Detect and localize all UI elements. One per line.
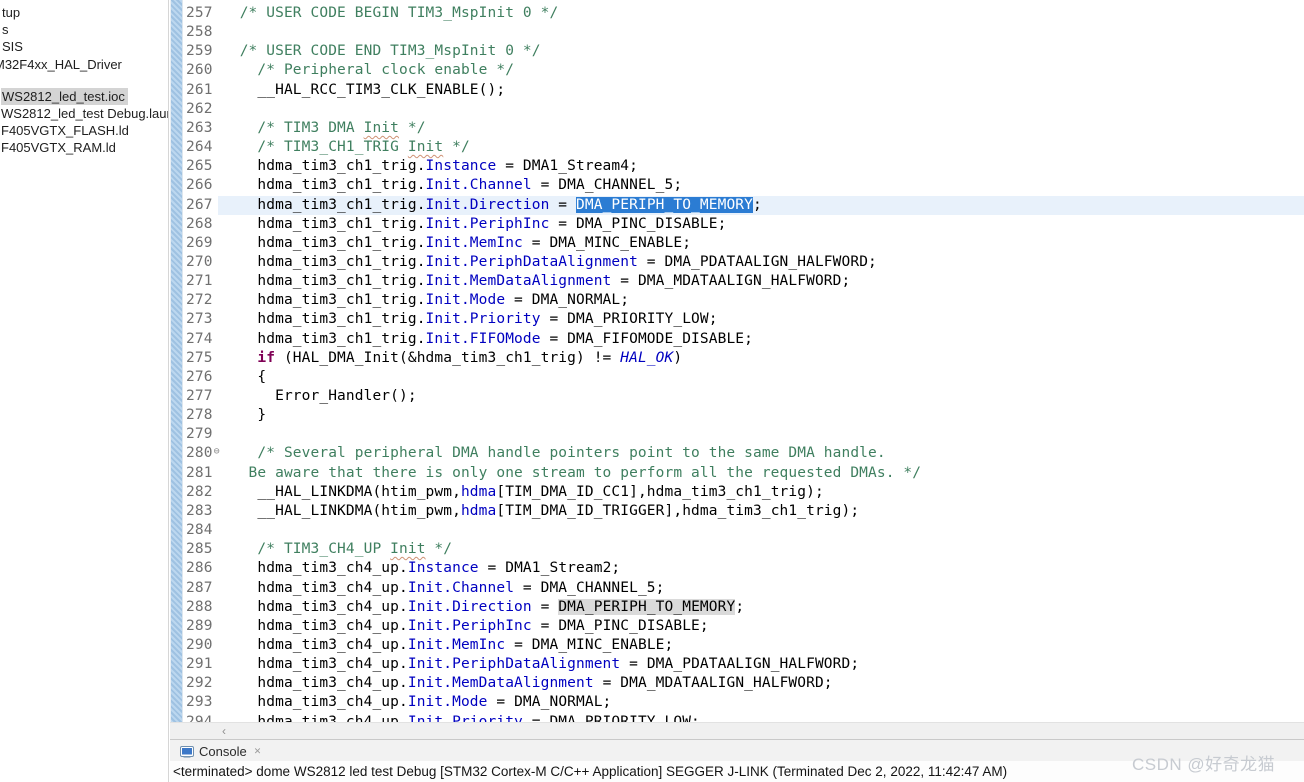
- line-number[interactable]: 260: [186, 61, 220, 80]
- explorer-item[interactable]: WS2812_led_test.ioc: [1, 88, 128, 105]
- code-line[interactable]: /* USER CODE BEGIN TIM3_MspInit 0 */: [222, 4, 558, 23]
- code-line[interactable]: hdma_tim3_ch1_trig.Init.Channel = DMA_CH…: [222, 176, 682, 195]
- line-number[interactable]: 266: [186, 176, 220, 195]
- code-line[interactable]: __HAL_RCC_TIM3_CLK_ENABLE();: [222, 81, 505, 100]
- code-line[interactable]: /* TIM3 DMA Init */: [222, 119, 426, 138]
- line-number[interactable]: 270: [186, 253, 220, 272]
- scroll-left-arrow-icon[interactable]: ‹: [222, 723, 226, 739]
- code-line[interactable]: /* USER CODE END TIM3_MspInit 0 */: [222, 42, 541, 61]
- line-number[interactable]: 287: [186, 579, 220, 598]
- occurrence-highlight: DMA_PERIPH_TO_MEMORY: [558, 598, 736, 615]
- tab-console[interactable]: Console ✕: [176, 742, 265, 761]
- code-line[interactable]: hdma_tim3_ch4_up.Init.Channel = DMA_CHAN…: [222, 579, 665, 598]
- line-number[interactable]: 259: [186, 42, 220, 61]
- code-editor[interactable]: 257 /* USER CODE BEGIN TIM3_MspInit 0 */…: [183, 0, 1304, 722]
- project-explorer[interactable]: tup s SIS M32F4xx_HAL_Driver WS2812_led_test…: [0, 0, 169, 782]
- watermark: CSDN @好奇龙猫: [1132, 755, 1276, 774]
- ide-window: tup s SIS M32F4xx_HAL_Driver WS2812_led_test…: [0, 0, 1304, 782]
- explorer-item[interactable]: M32F4xx_HAL_Driver: [0, 56, 122, 73]
- code-line[interactable]: __HAL_LINKDMA(htim_pwm,hdma[TIM_DMA_ID_T…: [222, 502, 859, 521]
- line-number[interactable]: 284: [186, 521, 220, 540]
- code-line[interactable]: __HAL_LINKDMA(htim_pwm,hdma[TIM_DMA_ID_C…: [222, 483, 824, 502]
- line-number[interactable]: 268: [186, 215, 220, 234]
- explorer-item[interactable]: SIS: [2, 38, 23, 55]
- line-number[interactable]: 282: [186, 483, 220, 502]
- code-line[interactable]: hdma_tim3_ch1_trig.Instance = DMA1_Strea…: [222, 157, 638, 176]
- line-number[interactable]: 291: [186, 655, 220, 674]
- line-number[interactable]: 261: [186, 81, 220, 100]
- explorer-item[interactable]: tup: [2, 4, 20, 21]
- line-number[interactable]: 269: [186, 234, 220, 253]
- line-number[interactable]: 273: [186, 310, 220, 329]
- selected-text[interactable]: DMA_PERIPH_TO_MEMORY: [576, 196, 754, 213]
- code-line[interactable]: Error_Handler();: [222, 387, 417, 406]
- line-number[interactable]: 279: [186, 425, 220, 444]
- line-number[interactable]: 263: [186, 119, 220, 138]
- code-line[interactable]: hdma_tim3_ch1_trig.Init.PeriphDataAlignm…: [222, 253, 877, 272]
- line-number[interactable]: 276: [186, 368, 220, 387]
- line-number[interactable]: 257: [186, 4, 220, 23]
- code-line[interactable]: /* TIM3_CH4_UP Init */: [222, 540, 452, 559]
- line-number[interactable]: 272: [186, 291, 220, 310]
- code-line[interactable]: hdma_tim3_ch1_trig.Init.FIFOMode = DMA_F…: [222, 330, 753, 349]
- code-line[interactable]: hdma_tim3_ch4_up.Instance = DMA1_Stream2…: [222, 559, 620, 578]
- close-icon[interactable]: ✕: [254, 746, 262, 757]
- line-number[interactable]: 292: [186, 674, 220, 693]
- console-status-line: <terminated> dome WS2812 led test Debug …: [173, 764, 1008, 779]
- line-number[interactable]: 285: [186, 540, 220, 559]
- line-number[interactable]: 280⊖: [186, 444, 220, 463]
- code-line[interactable]: hdma_tim3_ch4_up.Init.Priority = DMA_PRI…: [222, 713, 700, 722]
- console-icon: [180, 745, 194, 758]
- code-line[interactable]: hdma_tim3_ch1_trig.Init.PeriphInc = DMA_…: [222, 215, 726, 234]
- code-line[interactable]: hdma_tim3_ch1_trig.Init.MemInc = DMA_MIN…: [222, 234, 691, 253]
- code-line[interactable]: /* Peripheral clock enable */: [222, 61, 514, 80]
- code-line[interactable]: hdma_tim3_ch1_trig.Init.Mode = DMA_NORMA…: [222, 291, 629, 310]
- explorer-item[interactable]: F405VGTX_FLASH.ld: [1, 122, 129, 139]
- explorer-item[interactable]: s: [2, 21, 9, 38]
- code-line[interactable]: /* Several peripheral DMA handle pointer…: [222, 444, 886, 463]
- code-line[interactable]: hdma_tim3_ch1_trig.Init.MemDataAlignment…: [222, 272, 850, 291]
- line-number[interactable]: 271: [186, 272, 220, 291]
- line-number[interactable]: 281: [186, 464, 220, 483]
- line-number[interactable]: 289: [186, 617, 220, 636]
- line-number[interactable]: 288: [186, 598, 220, 617]
- line-number[interactable]: 258: [186, 23, 220, 42]
- line-number[interactable]: 274: [186, 330, 220, 349]
- line-number[interactable]: 275: [186, 349, 220, 368]
- code-line[interactable]: hdma_tim3_ch1_trig.Init.Direction = DMA_…: [222, 196, 762, 215]
- code-line[interactable]: hdma_tim3_ch4_up.Init.MemDataAlignment =…: [222, 674, 833, 693]
- code-line[interactable]: Be aware that there is only one stream t…: [222, 464, 921, 483]
- code-line[interactable]: hdma_tim3_ch1_trig.Init.Priority = DMA_P…: [222, 310, 718, 329]
- code-line[interactable]: hdma_tim3_ch4_up.Init.PeriphDataAlignmen…: [222, 655, 859, 674]
- code-line[interactable]: {: [222, 368, 266, 387]
- code-line[interactable]: }: [222, 406, 266, 425]
- code-line[interactable]: hdma_tim3_ch4_up.Init.PeriphInc = DMA_PI…: [222, 617, 709, 636]
- explorer-vertical-scrollbar[interactable]: [170, 0, 183, 722]
- line-number[interactable]: 286: [186, 559, 220, 578]
- line-number[interactable]: 283: [186, 502, 220, 521]
- explorer-item[interactable]: WS2812_led_test Debug.launc: [1, 105, 168, 122]
- horizontal-scrollbar[interactable]: ‹: [170, 722, 1304, 739]
- line-number[interactable]: 264: [186, 138, 220, 157]
- line-number[interactable]: 267: [186, 196, 220, 215]
- line-number[interactable]: 262: [186, 100, 220, 119]
- line-number[interactable]: 278: [186, 406, 220, 425]
- line-number[interactable]: 294: [186, 713, 220, 722]
- explorer-item[interactable]: F405VGTX_RAM.ld: [1, 139, 116, 156]
- code-line[interactable]: hdma_tim3_ch4_up.Init.Mode = DMA_NORMAL;: [222, 693, 611, 712]
- line-number[interactable]: 290: [186, 636, 220, 655]
- code-line[interactable]: if (HAL_DMA_Init(&hdma_tim3_ch1_trig) !=…: [222, 349, 682, 368]
- fold-collapse-icon[interactable]: ⊖: [214, 447, 220, 457]
- line-number[interactable]: 277: [186, 387, 220, 406]
- code-line[interactable]: hdma_tim3_ch4_up.Init.MemInc = DMA_MINC_…: [222, 636, 673, 655]
- code-line[interactable]: hdma_tim3_ch4_up.Init.Direction = DMA_PE…: [222, 598, 744, 617]
- line-number[interactable]: 293: [186, 693, 220, 712]
- console-tab-label: Console: [199, 744, 247, 759]
- line-number[interactable]: 265: [186, 157, 220, 176]
- code-line[interactable]: /* TIM3_CH1_TRIG Init */: [222, 138, 470, 157]
